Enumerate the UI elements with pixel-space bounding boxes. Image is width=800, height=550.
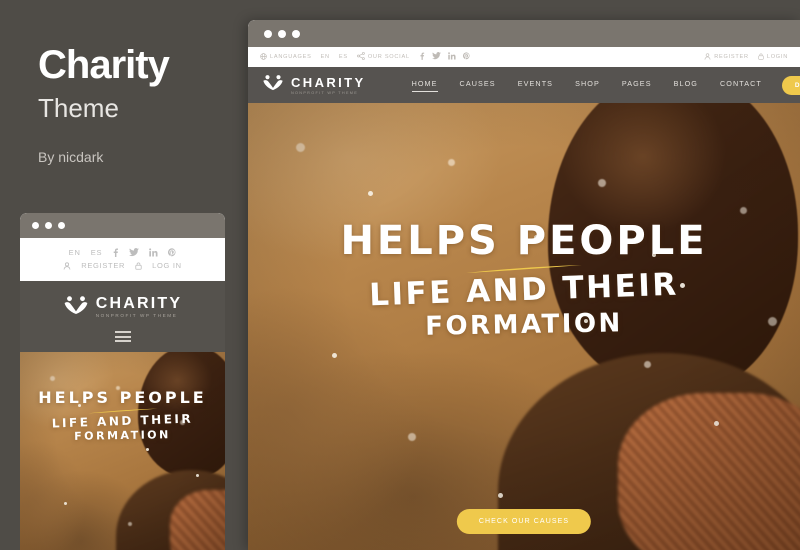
mobile-preview-window: EN ES REGISTER LOG IN CHARITY NONPROFIT …	[20, 213, 225, 550]
menu-item-home[interactable]: HOME	[411, 79, 438, 92]
menu-item-contact[interactable]: CONTACT	[720, 79, 762, 91]
desktop-utility-bar: LANGUAGES EN ES OUR SOCIAL REGISTER LOGI…	[248, 47, 800, 67]
mobile-logo-name: CHARITY	[95, 295, 183, 313]
share-icon	[356, 51, 365, 62]
mobile-logo[interactable]: CHARITY NONPROFIT WP THEME	[63, 295, 183, 320]
hamburger-icon[interactable]	[114, 331, 131, 342]
linkedin-icon[interactable]	[447, 52, 456, 62]
mobile-headline-line-1: HELPS PEOPLE	[38, 388, 207, 407]
lang-option-en[interactable]: EN	[321, 54, 330, 60]
promo-block: Charity Theme By nicdark	[38, 44, 238, 165]
window-dots	[32, 222, 65, 229]
menu-item-causes[interactable]: CAUSES	[460, 79, 496, 91]
desktop-logo-tagline: NONPROFIT WP THEME	[291, 90, 359, 95]
mobile-account-row: REGISTER LOG IN	[20, 259, 225, 272]
window-dot[interactable]	[58, 222, 65, 229]
desktop-main-menu: HOME CAUSES EVENTS SHOP PAGES BLOG CONTA…	[411, 79, 762, 92]
twitter-icon[interactable]	[431, 52, 441, 62]
lock-icon	[135, 262, 142, 270]
mobile-lang-social-row: EN ES	[20, 246, 225, 259]
window-dots	[264, 29, 300, 38]
mobile-logo-tagline: NONPROFIT WP THEME	[95, 313, 178, 319]
mobile-navbar: CHARITY NONPROFIT WP THEME	[20, 281, 225, 352]
heart-hands-icon	[262, 74, 284, 96]
languages-selector[interactable]: LANGUAGES	[260, 52, 312, 62]
mobile-hero-headline: HELPS PEOPLE LIFE AND THEIR FORMATION	[20, 388, 225, 443]
linkedin-icon[interactable]	[149, 248, 158, 257]
page-title: Charity	[38, 43, 170, 87]
our-social-label: OUR SOCIAL	[367, 54, 410, 60]
mobile-login-link[interactable]: LOG IN	[152, 261, 182, 270]
desktop-logo[interactable]: CHARITY NONPROFIT WP THEME	[262, 74, 366, 96]
mobile-hero: HELPS PEOPLE LIFE AND THEIR FORMATION	[20, 352, 225, 550]
user-icon	[63, 261, 71, 270]
window-dot[interactable]	[264, 29, 272, 38]
login-label: LOGIN	[766, 54, 788, 60]
twitter-icon[interactable]	[129, 248, 140, 257]
mobile-lang-en[interactable]: EN	[69, 248, 81, 257]
login-link[interactable]: LOGIN	[758, 53, 788, 62]
desktop-hero: HELPS PEOPLE LIFE AND THEIR FORMATION CH…	[248, 103, 800, 550]
mobile-lang-es[interactable]: ES	[91, 248, 103, 257]
desktop-titlebar	[248, 20, 800, 47]
page-subtitle: Theme	[38, 93, 119, 123]
desktop-preview-window: LANGUAGES EN ES OUR SOCIAL REGISTER LOGI…	[248, 20, 800, 550]
our-social-label-group: OUR SOCIAL	[356, 51, 410, 62]
window-dot[interactable]	[278, 29, 286, 38]
register-link[interactable]: REGISTER	[704, 52, 749, 62]
mobile-hero-photo	[20, 352, 225, 550]
register-label: REGISTER	[714, 54, 749, 60]
languages-label: LANGUAGES	[270, 54, 312, 60]
menu-item-blog[interactable]: BLOG	[674, 79, 698, 91]
facebook-icon[interactable]	[419, 52, 425, 62]
lang-option-es[interactable]: ES	[339, 54, 348, 60]
window-dot[interactable]	[32, 222, 39, 229]
desktop-logo-name: CHARITY	[291, 74, 366, 90]
user-icon	[704, 52, 711, 62]
desktop-hero-headline: HELPS PEOPLE LIFE AND THEIR FORMATION	[248, 218, 800, 342]
mobile-titlebar	[20, 213, 225, 238]
mobile-headline-line-3: FORMATION	[74, 428, 171, 443]
donate-now-button[interactable]: DONATE NOW	[781, 75, 800, 95]
window-dot[interactable]	[45, 222, 52, 229]
mobile-register-link[interactable]: REGISTER	[81, 261, 125, 270]
menu-item-shop[interactable]: SHOP	[575, 79, 600, 91]
desktop-navbar: CHARITY NONPROFIT WP THEME HOME CAUSES E…	[248, 67, 800, 103]
social-links	[419, 52, 470, 62]
check-our-causes-button[interactable]: CHECK OUR CAUSES	[456, 509, 592, 534]
globe-icon	[260, 52, 267, 62]
window-dot[interactable]	[292, 29, 300, 38]
lock-icon	[758, 53, 764, 62]
theme-author: By nicdark	[38, 148, 104, 165]
heart-hands-icon	[63, 295, 89, 320]
pinterest-icon[interactable]	[462, 52, 470, 62]
menu-item-pages[interactable]: PAGES	[622, 79, 652, 91]
facebook-icon[interactable]	[112, 248, 119, 257]
menu-item-events[interactable]: EVENTS	[518, 79, 553, 91]
headline-line-1: HELPS PEOPLE	[340, 218, 708, 264]
pinterest-icon[interactable]	[168, 248, 176, 257]
mobile-utility-bar: EN ES REGISTER LOG IN	[20, 238, 225, 281]
